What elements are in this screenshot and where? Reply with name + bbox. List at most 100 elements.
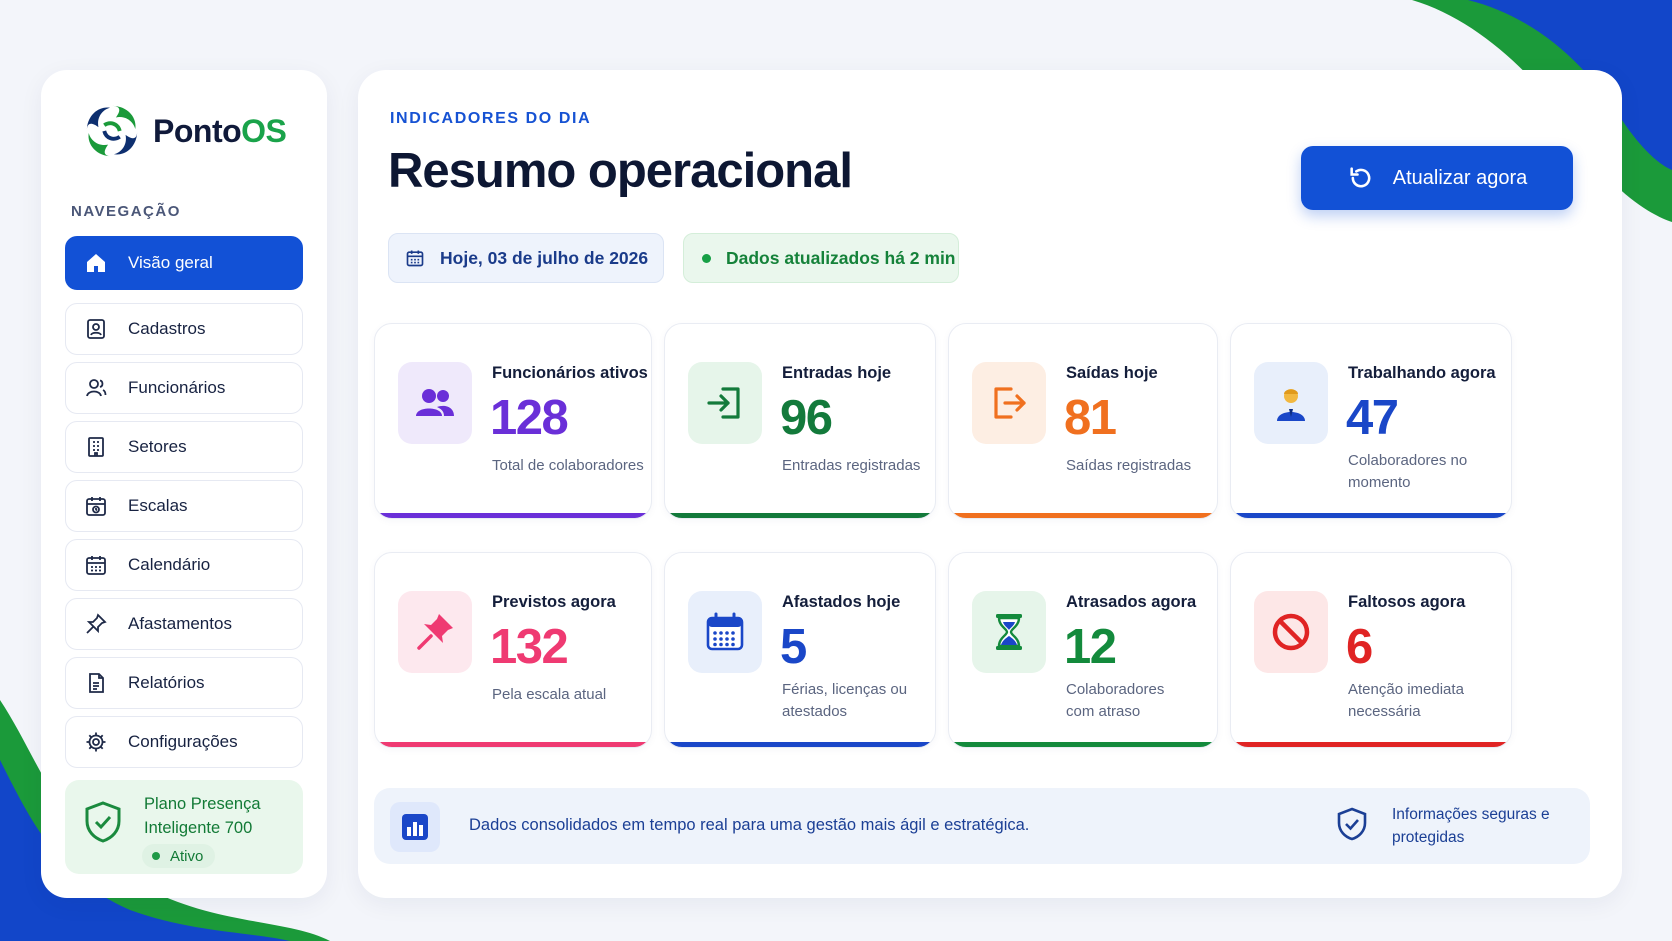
prohibited-icon [1272, 613, 1310, 651]
refresh-button-label: Atualizar agora [1392, 166, 1528, 189]
worker-icon [1277, 389, 1305, 421]
kpi-card-trabalhando-agora[interactable]: Trabalhando agora 47 Colaboradores no mo… [1230, 323, 1512, 519]
sidebar-item-cadastros[interactable]: Cadastros [65, 303, 303, 355]
kpi-value: 81 [1064, 391, 1117, 445]
kpi-label: Atrasados agora [1066, 593, 1197, 611]
sidebar-item-funcionarios[interactable]: Funcionários [65, 362, 303, 414]
kpi-card-entradas-hoje[interactable]: Entradas hoje 96 Entradas registradas [664, 323, 936, 519]
update-status-pill: Dados atualizados há 2 min [683, 233, 959, 283]
kpi-caption: Colaboradores com atraso [1066, 681, 1165, 720]
sidebar-item-label: Afastamentos [128, 614, 232, 633]
logout-icon [994, 387, 1026, 419]
kpi-value: 96 [780, 391, 833, 445]
kpi-value: 47 [1346, 391, 1399, 445]
chart-box [390, 802, 440, 852]
shield-check-icon [85, 801, 121, 843]
main-panel: INDICADORES DO DIA Resumo operacional At… [358, 70, 1622, 898]
sidebar-item-label: Visão geral [128, 253, 213, 272]
status-dot [702, 253, 711, 263]
sidebar-item-setores[interactable]: Setores [65, 421, 303, 473]
sidebar-item-label: Configurações [128, 732, 238, 751]
nav-menu: Visão geral Cadastros Funcionários Setor… [65, 236, 303, 775]
sidebar-item-escalas[interactable]: Escalas [65, 480, 303, 532]
kpi-icon-box [972, 362, 1046, 444]
kpi-caption: Saídas registradas [1066, 457, 1192, 474]
sidebar-item-label: Calendário [128, 555, 211, 574]
kpi-caption: Colaboradores no momento [1348, 452, 1468, 491]
calendar-icon [406, 250, 424, 267]
refresh-button[interactable]: Atualizar agora [1301, 146, 1573, 210]
brand-name-part1: Ponto [153, 112, 242, 149]
kpi-card-afastados-hoje[interactable]: Afastados hoje 5 Férias, licenças ou ate… [664, 552, 936, 748]
kpi-card-atrasados-agora[interactable]: Atrasados agora 12 Colaboradores com atr… [948, 552, 1218, 748]
footer-text: Dados consolidados em tempo real para um… [469, 816, 1030, 834]
gear-icon [86, 732, 106, 752]
pin-icon [86, 613, 107, 634]
nav-title: NAVEGAÇÃO [71, 203, 181, 220]
sidebar: PontoOS NAVEGAÇÃO Visão geral Cadastros … [41, 70, 327, 898]
kpi-caption: Entradas registradas [782, 457, 921, 474]
login-icon [707, 387, 740, 419]
info-footer: Dados consolidados em tempo real para um… [374, 788, 1590, 864]
kpi-value: 6 [1346, 620, 1373, 674]
sidebar-item-label: Relatórios [128, 673, 205, 692]
brand[interactable]: PontoOS [81, 100, 287, 162]
hourglass-icon [996, 614, 1022, 650]
kpi-card-funcionarios-ativos[interactable]: Funcionários ativos 128 Total de colabor… [374, 323, 652, 519]
bar-chart-icon [402, 814, 428, 840]
plan-name: Plano Presença Inteligente 700 [144, 795, 261, 837]
kpi-label: Funcionários ativos [492, 364, 648, 382]
id-card-icon [87, 319, 105, 339]
pushpin-icon [417, 614, 453, 650]
kpi-label: Previstos agora [492, 593, 616, 611]
kpi-caption: Atenção imediata necessária [1348, 681, 1464, 720]
kpi-card-previstos-agora[interactable]: Previstos agora 132 Pela escala atual [374, 552, 652, 748]
kpi-label: Trabalhando agora [1348, 364, 1496, 382]
kpi-icon-box [398, 591, 472, 673]
kpi-caption: Férias, licenças ou atestados [782, 681, 908, 720]
sidebar-item-relatorios[interactable]: Relatórios [65, 657, 303, 709]
users-icon [86, 379, 107, 397]
kpi-value: 12 [1064, 620, 1117, 674]
kpi-label: Afastados hoje [782, 593, 901, 611]
plan-status-badge: Ativo [142, 844, 216, 868]
users-icon [416, 389, 454, 416]
report-icon [89, 673, 104, 693]
kpi-label: Saídas hoje [1066, 364, 1158, 382]
kpi-accent-bar [378, 742, 648, 747]
kpi-accent-bar [1234, 742, 1508, 747]
kpi-card-saidas-hoje[interactable]: Saídas hoje 81 Saídas registradas [948, 323, 1218, 519]
building-icon [88, 437, 104, 457]
refresh-icon [1350, 167, 1371, 188]
kpi-icon-box [972, 591, 1046, 673]
kpi-value: 132 [490, 620, 569, 674]
swirl-logo-icon [86, 105, 138, 157]
kpi-label: Faltosos agora [1348, 593, 1466, 611]
kpi-icon-box [398, 362, 472, 444]
date-label: Hoje, 03 de julho de 2026 [440, 247, 649, 268]
brand-name-part2: OS [241, 112, 287, 149]
kpi-card-faltosos-agora[interactable]: Faltosos agora 6 Atenção imediata necess… [1230, 552, 1512, 748]
kpi-accent-bar [952, 742, 1214, 747]
calendar-icon [706, 612, 744, 651]
kpi-accent-bar [952, 513, 1214, 518]
kpi-accent-bar [668, 513, 932, 518]
sidebar-item-label: Funcionários [128, 378, 226, 397]
kpi-caption: Pela escala atual [492, 686, 607, 703]
kpi-accent-bar [668, 742, 932, 747]
kpi-icon-box [688, 362, 762, 444]
sidebar-item-configuracoes[interactable]: Configurações [65, 716, 303, 768]
home-icon [87, 254, 105, 272]
sidebar-item-visao-geral[interactable]: Visão geral [65, 236, 303, 290]
kpi-icon-box [1254, 591, 1328, 673]
plan-card[interactable]: Plano Presença Inteligente 700 Ativo [65, 780, 303, 874]
date-pill: Hoje, 03 de julho de 2026 [388, 233, 664, 283]
plan-status-label: Ativo [170, 847, 204, 865]
calendar-clock-icon [86, 497, 106, 516]
shield-check-icon [1337, 807, 1367, 841]
sidebar-item-label: Cadastros [128, 319, 206, 338]
sidebar-item-calendario[interactable]: Calendário [65, 539, 303, 591]
kpi-value: 128 [490, 391, 569, 445]
kpi-icon-box [1254, 362, 1328, 444]
sidebar-item-afastamentos[interactable]: Afastamentos [65, 598, 303, 650]
